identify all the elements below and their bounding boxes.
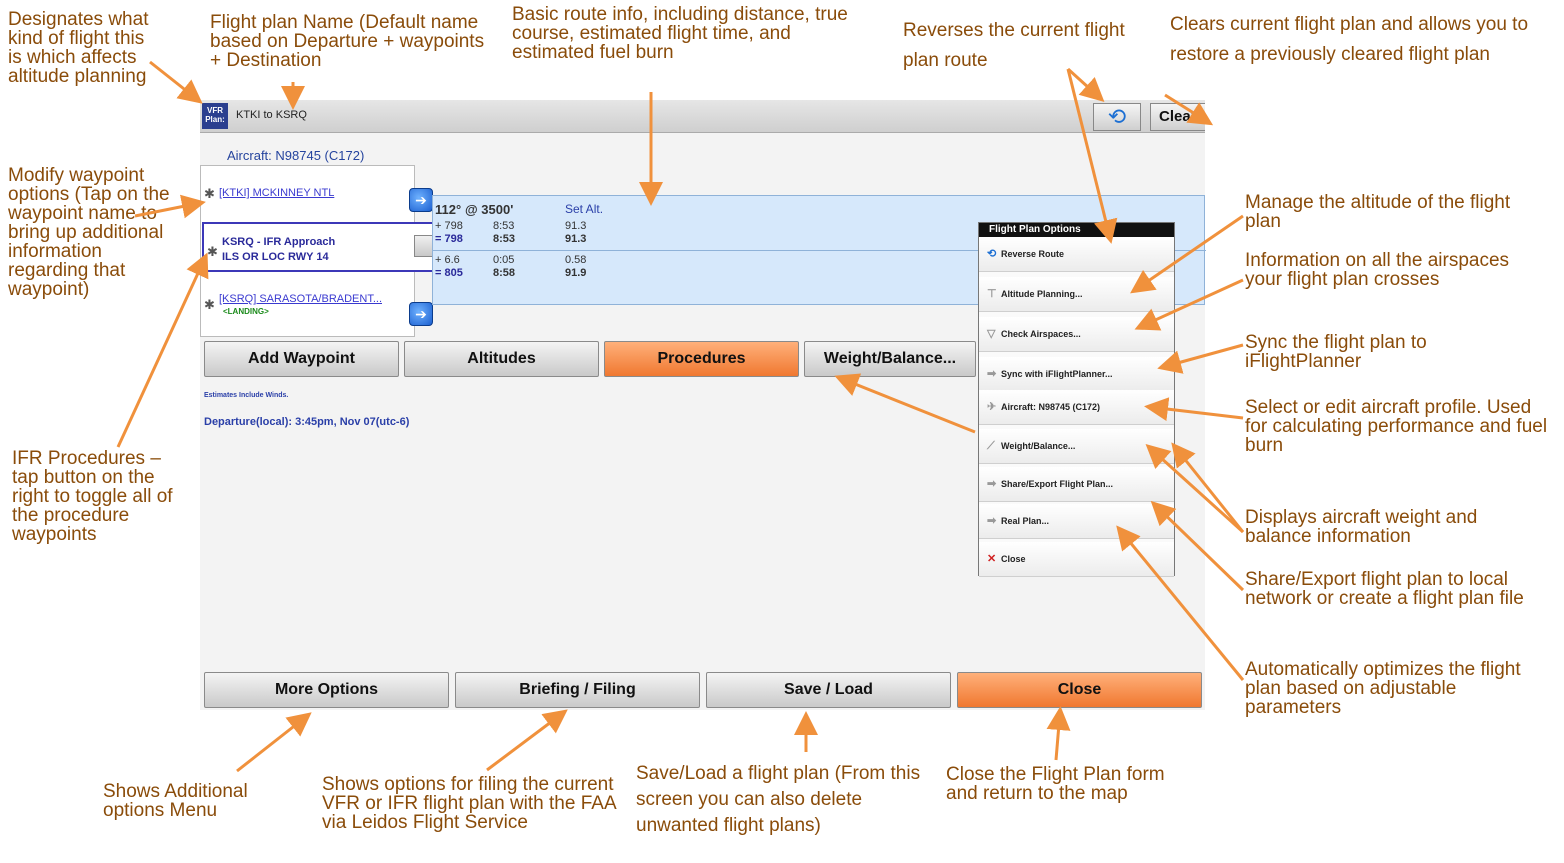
arrow: [1046, 706, 1071, 761]
arrow: [1144, 397, 1244, 422]
arrow: [236, 712, 312, 773]
arrow: [486, 709, 568, 772]
arrow: [1116, 525, 1245, 681]
annotation-arrows: [116, 60, 1245, 773]
arrow: [834, 373, 976, 434]
arrow: [1171, 442, 1245, 533]
arrow: [116, 252, 209, 448]
arrow: [134, 194, 206, 219]
arrow: [1157, 343, 1244, 374]
arrow: [1164, 93, 1214, 126]
arrow: [149, 60, 203, 104]
arrow: [1145, 443, 1245, 534]
arrow: [1066, 68, 1118, 244]
arrow: [1134, 278, 1244, 331]
arrow: [1130, 214, 1244, 294]
